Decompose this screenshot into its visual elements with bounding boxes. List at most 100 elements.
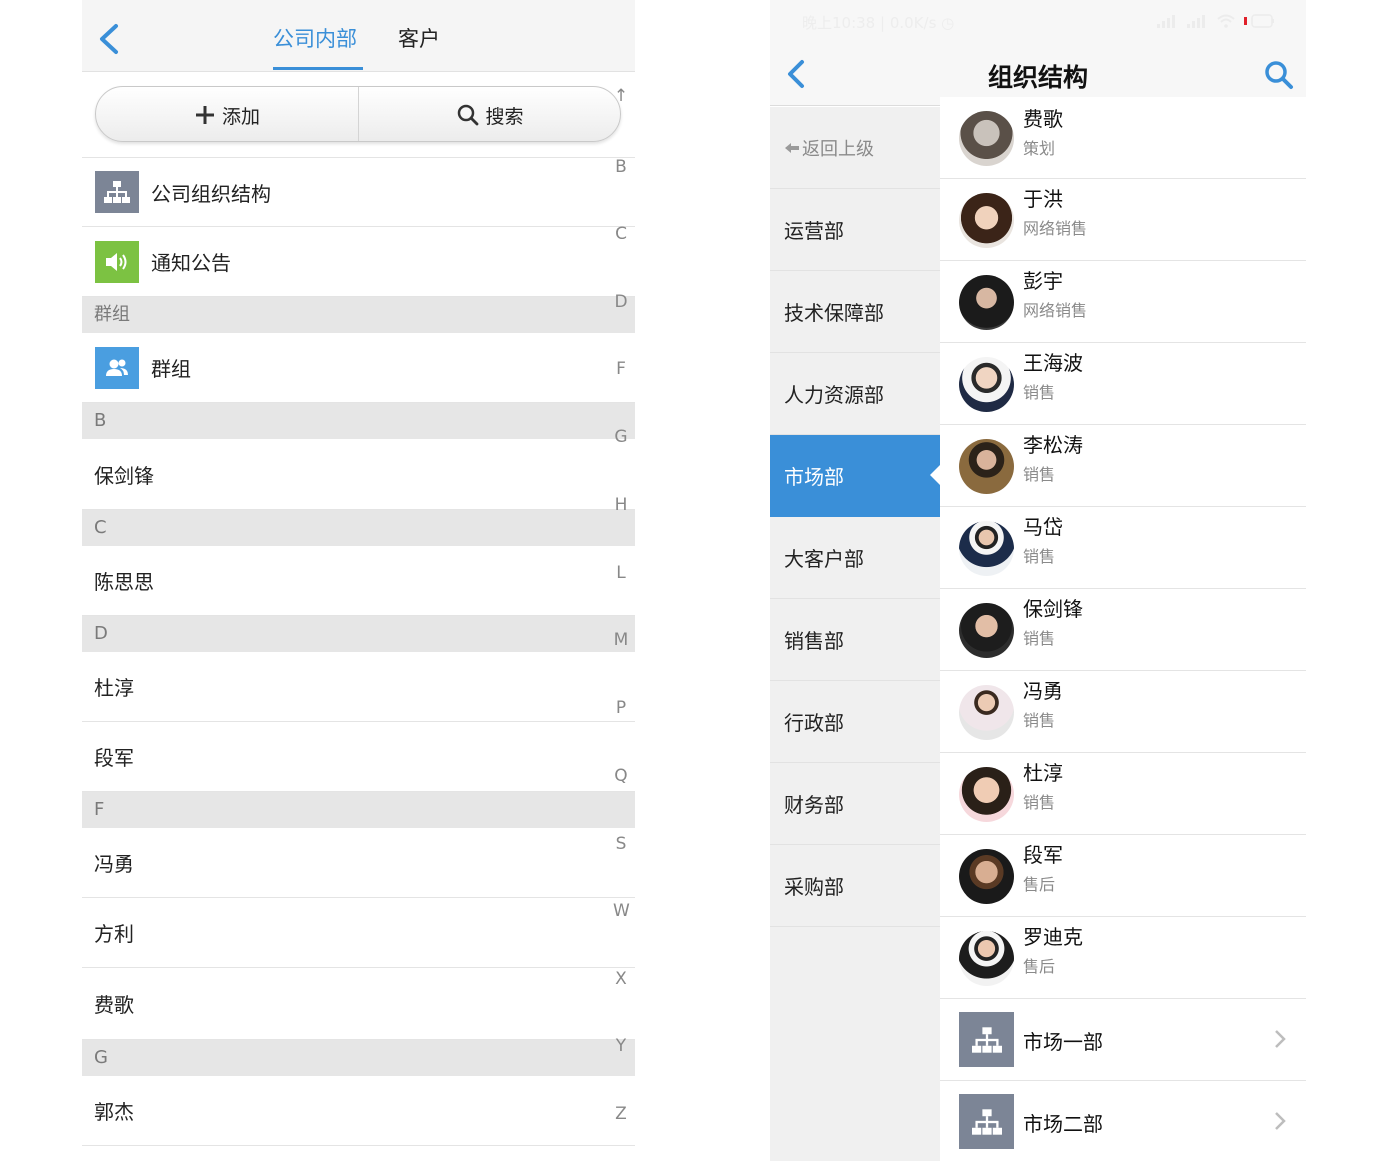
tab-customers[interactable]: 客户 bbox=[398, 24, 440, 54]
index-letter[interactable]: B bbox=[613, 157, 629, 177]
battery-icon bbox=[1244, 14, 1274, 28]
index-letter[interactable]: D bbox=[613, 292, 629, 312]
tab-company-internal[interactable]: 公司内部 bbox=[273, 24, 357, 54]
member-row[interactable]: 彭宇 网络销售 bbox=[940, 261, 1306, 343]
member-row[interactable]: 费歌 策划 bbox=[940, 97, 1306, 179]
left-arrow-icon bbox=[784, 141, 800, 155]
member-row[interactable]: 段军 售后 bbox=[940, 835, 1306, 917]
member-role: 销售 bbox=[1023, 465, 1056, 484]
member-row[interactable]: 李松涛 销售 bbox=[940, 425, 1306, 507]
index-letter[interactable]: C bbox=[613, 224, 629, 244]
contact-row[interactable]: 保剑锋 bbox=[82, 439, 635, 510]
sidebar-back-item[interactable]: 返回上级 bbox=[770, 107, 940, 189]
member-role: 销售 bbox=[1023, 711, 1056, 730]
contact-name: 费歌 bbox=[94, 993, 134, 1017]
contact-row[interactable]: 冯勇 bbox=[82, 828, 635, 898]
signal-icon bbox=[1187, 15, 1205, 28]
search-button[interactable]: 搜索 bbox=[358, 87, 620, 141]
avatar bbox=[959, 357, 1014, 412]
action-bar: 添加 搜索 bbox=[95, 86, 621, 142]
index-letter[interactable]: Y bbox=[613, 1036, 629, 1056]
chevron-right-icon bbox=[1275, 1030, 1286, 1048]
member-row[interactable]: 冯勇 销售 bbox=[940, 671, 1306, 753]
member-row[interactable]: 罗迪克 售后 bbox=[940, 917, 1306, 999]
sidebar-item-operations[interactable]: 运营部 bbox=[770, 189, 940, 271]
search-icon[interactable] bbox=[1264, 60, 1294, 90]
member-name: 费歌 bbox=[1023, 107, 1063, 131]
member-name: 保剑锋 bbox=[1023, 597, 1083, 621]
avatar bbox=[959, 767, 1014, 822]
speaker-icon bbox=[95, 240, 139, 283]
contact-row[interactable]: 方利 bbox=[82, 898, 635, 968]
status-icons bbox=[1156, 14, 1276, 28]
entry-announcements[interactable]: 通知公告 bbox=[82, 227, 635, 297]
sidebar-item-finance[interactable]: 财务部 bbox=[770, 763, 940, 845]
index-letter[interactable]: ↑ bbox=[613, 86, 629, 106]
index-letter[interactable]: Q bbox=[613, 766, 629, 786]
index-letter[interactable]: P bbox=[613, 698, 629, 718]
member-role: 售后 bbox=[1023, 957, 1056, 976]
member-name: 马岱 bbox=[1023, 515, 1063, 539]
sidebar-item-sales[interactable]: 销售部 bbox=[770, 599, 940, 681]
entry-label: 公司组织结构 bbox=[151, 181, 271, 206]
entry-org-structure[interactable]: 公司组织结构 bbox=[82, 157, 635, 227]
section-header-b: B bbox=[82, 403, 635, 439]
sub-department-label: 市场二部 bbox=[1023, 1112, 1103, 1136]
avatar bbox=[959, 521, 1014, 576]
back-arrow-icon[interactable] bbox=[94, 22, 124, 56]
section-header-d: D bbox=[82, 616, 635, 652]
member-row[interactable]: 杜淳 销售 bbox=[940, 753, 1306, 835]
org-chart-icon bbox=[959, 1094, 1014, 1149]
member-row[interactable]: 马岱 销售 bbox=[940, 507, 1306, 589]
avatar bbox=[959, 603, 1014, 658]
index-letter[interactable]: F bbox=[613, 359, 629, 379]
member-role: 售后 bbox=[1023, 875, 1056, 894]
sub-department-row[interactable]: 市场二部 bbox=[940, 1081, 1306, 1161]
entry-label: 通知公告 bbox=[151, 251, 231, 275]
contact-row[interactable]: 段军 bbox=[82, 722, 635, 792]
index-letter[interactable]: H bbox=[613, 495, 629, 515]
member-list: 费歌 策划 于洪 网络销售 彭宇 网络销售 王海波 销售 李松涛 销售 马岱 销… bbox=[940, 97, 1306, 1161]
member-name: 冯勇 bbox=[1023, 679, 1063, 703]
contact-row[interactable]: 郭杰 bbox=[82, 1076, 635, 1146]
sidebar-item-marketing[interactable]: 市场部 bbox=[770, 435, 940, 517]
contact-row[interactable]: 费歌 bbox=[82, 968, 635, 1040]
sidebar-item-admin[interactable]: 行政部 bbox=[770, 681, 940, 763]
sidebar-item-label: 人力资源部 bbox=[784, 383, 884, 407]
index-letter[interactable]: S bbox=[613, 834, 629, 854]
contact-row[interactable]: 陈思思 bbox=[82, 546, 635, 616]
sidebar-item-label: 大客户部 bbox=[784, 547, 864, 571]
contact-name: 冯勇 bbox=[94, 852, 134, 876]
entry-groups[interactable]: 群组 bbox=[82, 333, 635, 403]
index-letter[interactable]: G bbox=[613, 427, 629, 447]
index-letter[interactable]: M bbox=[613, 630, 629, 650]
index-letter[interactable]: L bbox=[613, 563, 629, 583]
member-row[interactable]: 保剑锋 销售 bbox=[940, 589, 1306, 671]
sidebar-item-purchasing[interactable]: 采购部 bbox=[770, 845, 940, 927]
member-row[interactable]: 于洪 网络销售 bbox=[940, 179, 1306, 261]
index-letter[interactable]: Z bbox=[613, 1104, 629, 1124]
sidebar-item-tech-support[interactable]: 技术保障部 bbox=[770, 271, 940, 353]
add-button[interactable]: 添加 bbox=[96, 87, 358, 141]
member-name: 李松涛 bbox=[1023, 433, 1083, 457]
contact-name: 方利 bbox=[94, 922, 134, 946]
plus-icon bbox=[194, 104, 216, 126]
member-role: 网络销售 bbox=[1023, 219, 1088, 238]
wifi-icon bbox=[1217, 14, 1235, 28]
avatar bbox=[959, 193, 1014, 248]
contact-row[interactable]: 杜淳 bbox=[82, 652, 635, 722]
active-item-pointer bbox=[930, 465, 940, 485]
avatar bbox=[959, 439, 1014, 494]
member-name: 王海波 bbox=[1023, 351, 1083, 375]
sidebar-item-hr[interactable]: 人力资源部 bbox=[770, 353, 940, 435]
sub-department-row[interactable]: 市场一部 bbox=[940, 999, 1306, 1081]
sidebar-item-label: 市场部 bbox=[784, 465, 844, 489]
index-letter[interactable]: X bbox=[613, 969, 629, 989]
add-button-label: 添加 bbox=[221, 105, 260, 128]
sidebar-item-key-accounts[interactable]: 大客户部 bbox=[770, 517, 940, 599]
org-structure-screen: 晚上10:38 | 0.0K/s ◷ 组织结构 返回上级 运营部 技术保障部 人… bbox=[770, 0, 1306, 1161]
member-row[interactable]: 王海波 销售 bbox=[940, 343, 1306, 425]
member-role: 销售 bbox=[1023, 547, 1056, 566]
index-letter[interactable]: W bbox=[613, 901, 630, 921]
sub-department-label: 市场一部 bbox=[1023, 1030, 1103, 1054]
